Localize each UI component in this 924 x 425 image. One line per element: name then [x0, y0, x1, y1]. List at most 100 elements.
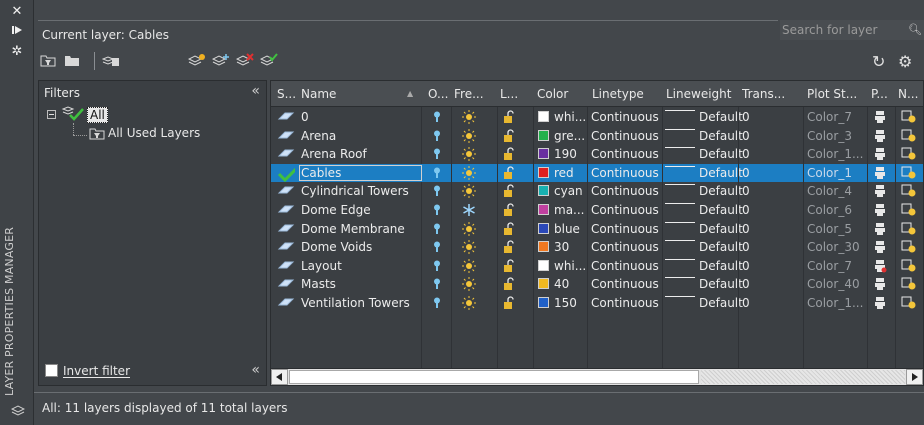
layer-lineweight[interactable]: Default — [699, 296, 779, 310]
unlocked-padlock-icon[interactable] — [502, 240, 518, 254]
layer-color[interactable]: red — [538, 166, 588, 180]
layer-plot-style[interactable]: Color_7 — [807, 259, 867, 273]
layer-color[interactable]: whi... — [538, 259, 588, 273]
tree-collapse-toggle[interactable] — [47, 110, 56, 119]
layer-color[interactable]: cyan — [538, 184, 588, 198]
layer-color[interactable]: blue — [538, 222, 588, 236]
layer-lineweight[interactable]: Default — [699, 129, 779, 143]
layer-lineweight[interactable]: Default — [699, 147, 779, 161]
layer-color[interactable]: gre... — [538, 129, 588, 143]
layer-name[interactable]: Cables — [299, 164, 422, 181]
layer-linetype[interactable]: Continuous — [591, 203, 661, 217]
thawed-sun-icon[interactable] — [461, 258, 477, 273]
layer-plot-style[interactable]: Color_4 — [807, 184, 867, 198]
invert-filter-checkbox[interactable]: Invert filter — [45, 364, 130, 378]
layer-name[interactable]: Arena Roof — [301, 147, 421, 161]
on-bulb-icon[interactable] — [431, 166, 445, 180]
unlocked-padlock-icon[interactable] — [502, 166, 518, 180]
layer-linetype[interactable]: Continuous — [591, 129, 661, 143]
layer-lineweight[interactable]: Default — [699, 110, 779, 124]
layer-linetype[interactable]: Continuous — [591, 259, 661, 273]
on-bulb-icon[interactable] — [431, 147, 445, 161]
new-group-filter-icon[interactable] — [64, 53, 82, 69]
unlocked-padlock-icon[interactable] — [502, 259, 518, 273]
search-input[interactable]: Search for layer 🔍︎ — [780, 20, 924, 40]
layer-lineweight[interactable]: Default — [699, 240, 779, 254]
layer-name[interactable]: Layout — [301, 259, 421, 273]
column-color[interactable]: Color — [537, 87, 581, 101]
on-bulb-icon[interactable] — [431, 222, 445, 236]
new-vp-freeze-icon[interactable] — [901, 129, 917, 143]
layer-lineweight[interactable]: Default — [699, 222, 779, 236]
new-vp-freeze-icon[interactable] — [901, 259, 917, 273]
layer-lineweight[interactable]: Default — [699, 277, 779, 291]
layer-row[interactable]: Cables red Continuous Default 0 Color_1 — [271, 163, 923, 183]
new-vp-freeze-icon[interactable] — [901, 147, 917, 161]
layer-plot-style[interactable]: Color_5 — [807, 222, 867, 236]
layer-row[interactable]: Ventilation Towers 150 Continuous Defaul… — [271, 294, 923, 313]
close-icon[interactable]: ✕ — [9, 4, 25, 20]
thawed-sun-icon[interactable] — [461, 184, 477, 199]
on-bulb-icon[interactable] — [431, 296, 445, 310]
new-layer-icon[interactable] — [187, 53, 206, 69]
plot-printer-icon[interactable] — [873, 277, 887, 291]
thawed-sun-icon[interactable] — [461, 165, 477, 180]
plot-printer-icon[interactable] — [873, 240, 887, 254]
new-layer-vp-frozen-icon[interactable] — [211, 53, 230, 69]
column-plot[interactable]: P... — [871, 87, 893, 101]
collapse-filters-button[interactable]: « — [251, 83, 260, 99]
layer-transparency[interactable]: 0 — [742, 184, 762, 198]
filter-node-all-used-layers[interactable]: All Used Layers — [108, 126, 200, 140]
layer-linetype[interactable]: Continuous — [591, 222, 661, 236]
layer-plot-style[interactable]: Color_1... — [807, 296, 867, 310]
plot-printer-icon[interactable] — [873, 166, 887, 180]
layer-row[interactable]: Dome Edge ma... Continuous Default 0 Col… — [271, 201, 923, 220]
layer-plot-style[interactable]: Color_1 — [807, 166, 867, 180]
layer-transparency[interactable]: 0 — [742, 240, 762, 254]
thawed-sun-icon[interactable] — [461, 240, 477, 255]
scroll-left-button[interactable] — [271, 369, 288, 385]
new-vp-freeze-icon[interactable] — [901, 166, 917, 180]
horizontal-scrollbar[interactable] — [271, 368, 923, 385]
unlocked-padlock-icon[interactable] — [502, 296, 518, 310]
unlocked-padlock-icon[interactable] — [502, 277, 518, 291]
layer-transparency[interactable]: 0 — [742, 277, 762, 291]
new-vp-freeze-icon[interactable] — [901, 184, 917, 198]
column-lock[interactable]: L... — [500, 87, 522, 101]
layer-name[interactable]: Ventilation Towers — [301, 296, 421, 310]
layer-name[interactable]: Masts — [301, 277, 421, 291]
layer-color[interactable]: 190 — [538, 147, 588, 161]
unlocked-padlock-icon[interactable] — [502, 203, 518, 217]
thawed-sun-icon[interactable] — [461, 296, 477, 310]
delete-layer-icon[interactable] — [235, 53, 254, 69]
new-vp-freeze-icon[interactable] — [901, 110, 917, 124]
layer-transparency[interactable]: 0 — [742, 129, 762, 143]
layer-plot-style[interactable]: Color_40 — [807, 277, 867, 291]
set-current-icon[interactable] — [259, 53, 278, 69]
scroll-right-button[interactable] — [906, 369, 923, 385]
layer-name[interactable]: Cylindrical Towers — [301, 184, 421, 198]
layer-lineweight[interactable]: Default — [699, 184, 779, 198]
layer-linetype[interactable]: Continuous — [591, 184, 661, 198]
layer-lineweight[interactable]: Default — [699, 203, 779, 217]
layer-transparency[interactable]: 0 — [742, 110, 762, 124]
layer-plot-style[interactable]: Color_6 — [807, 203, 867, 217]
layer-transparency[interactable]: 0 — [742, 296, 762, 310]
unlocked-padlock-icon[interactable] — [502, 184, 518, 198]
layer-plot-style[interactable]: Color_7 — [807, 110, 867, 124]
layer-row[interactable]: Cylindrical Towers cyan Continuous Defau… — [271, 182, 923, 201]
thawed-sun-icon[interactable] — [461, 110, 477, 124]
thawed-sun-icon[interactable] — [461, 277, 477, 292]
column-transparency[interactable]: Trans... — [742, 87, 800, 101]
on-bulb-icon[interactable] — [431, 110, 445, 124]
on-bulb-icon[interactable] — [431, 277, 445, 291]
plot-printer-icon[interactable] — [873, 203, 887, 217]
layer-row[interactable]: 0 whi... Continuous Default 0 Color_7 — [271, 108, 923, 127]
unlocked-padlock-icon[interactable] — [502, 110, 518, 124]
column-status[interactable]: S... — [277, 87, 297, 101]
layer-plot-style[interactable]: Color_1... — [807, 147, 867, 161]
column-on[interactable]: O... — [428, 87, 448, 101]
on-bulb-icon[interactable] — [431, 184, 445, 198]
no-plot-printer-icon[interactable] — [873, 259, 887, 273]
new-vp-freeze-icon[interactable] — [901, 296, 917, 310]
